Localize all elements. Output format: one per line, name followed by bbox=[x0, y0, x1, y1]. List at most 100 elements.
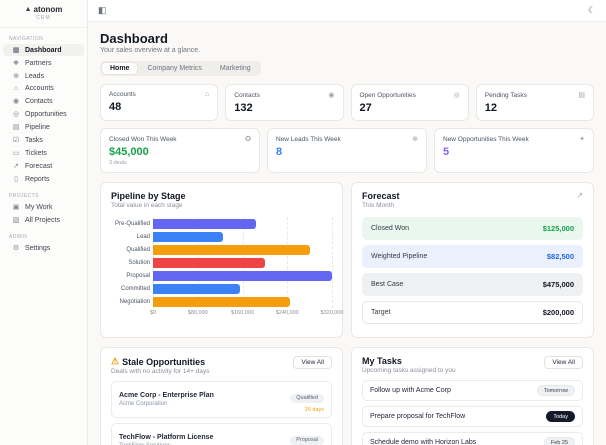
stat-card-accounts: Accounts ⌂ 48 bbox=[100, 84, 219, 121]
topbar: ◧ ☾ bbox=[88, 0, 606, 22]
stale-panel-subtitle: Deals with no activity for 14+ days bbox=[111, 368, 210, 375]
chart-category-label: Committed bbox=[120, 285, 150, 292]
forecast-row-value: $475,000 bbox=[542, 280, 574, 289]
tab-home[interactable]: Home bbox=[102, 63, 138, 74]
my-work-icon: ▣ bbox=[12, 204, 20, 211]
highlight-card-label: New Opportunities This Week bbox=[443, 135, 529, 143]
stale-panel-title: Stale Opportunities bbox=[122, 356, 206, 367]
stale-opportunity-row[interactable]: TechFlow - Platform LicenseTechFlow Solu… bbox=[111, 423, 332, 445]
chart-bar-row: Committed bbox=[121, 282, 332, 295]
forecast-panel-subtitle: This Month bbox=[362, 202, 395, 209]
chart-bar-row: Negotiation bbox=[120, 295, 332, 308]
reports-icon: ▯ bbox=[14, 176, 18, 183]
accounts-icon: ⌂ bbox=[13, 85, 19, 92]
sidebar-item-label: Dashboard bbox=[25, 46, 62, 54]
chart-category-label: Pre-Qualified bbox=[114, 220, 150, 227]
highlight-card-value: 5 bbox=[443, 146, 450, 158]
chart-x-tick: $320,000 bbox=[320, 310, 344, 316]
forecast-panel: Forecast This Month ↗ Closed Won $125,000… bbox=[351, 182, 594, 338]
opportunity-name: TechFlow - Platform License bbox=[119, 434, 214, 441]
stale-opportunities-panel: ⚠ Stale Opportunities Deals with no acti… bbox=[100, 347, 343, 445]
opportunity-company: Acme Corporation bbox=[119, 401, 168, 407]
pipeline-panel-title: Pipeline by Stage bbox=[111, 191, 186, 201]
pipeline-panel-subtitle: Total value in each stage bbox=[111, 202, 183, 209]
sidebar-item-contacts[interactable]: ◉ Contacts bbox=[3, 95, 84, 107]
stale-opportunity-row[interactable]: Acme Corp - Enterprise Plan Acme Corporat… bbox=[111, 381, 332, 418]
sidebar-toggle-icon[interactable]: ◧ bbox=[98, 5, 107, 16]
pipeline-icon: ▤ bbox=[12, 124, 20, 131]
sidebar-item-label: All Projects bbox=[25, 216, 61, 224]
warning-icon: ⚠ bbox=[111, 356, 120, 366]
stale-opportunities-list: Acme Corp - Enterprise Plan Acme Corporat… bbox=[111, 381, 332, 445]
chart-plot: Pre-Qualified Lead Qualified Solution Propos… bbox=[115, 217, 333, 308]
highlight-card-new-opportunities-this-week: New Opportunities This Week ✦ 5 bbox=[434, 128, 594, 173]
tab-company-metrics[interactable]: Company Metrics bbox=[139, 63, 209, 74]
stale-view-all-button[interactable]: View All bbox=[293, 356, 332, 369]
stat-card-label: Open Opportunities bbox=[359, 91, 416, 99]
tasks-view-all-button[interactable]: View All bbox=[544, 356, 583, 369]
stat-card-label: Accounts bbox=[109, 91, 136, 98]
task-name: Prepare proposal for TechFlow bbox=[370, 413, 466, 420]
forecast-row-label: Best Case bbox=[371, 281, 404, 288]
dashboard-tabs: Home Company Metrics Marketing bbox=[100, 61, 261, 76]
forecast-rows: Closed Won $125,000 Weighted Pipeline $82,5… bbox=[362, 217, 583, 324]
highlight-card-value: 8 bbox=[276, 146, 283, 158]
sidebar-item-label: Tickets bbox=[25, 149, 47, 157]
partners-icon: ❖ bbox=[12, 60, 20, 67]
forecast-row-value: $125,000 bbox=[542, 224, 574, 233]
chart-category-label: Solution bbox=[128, 259, 150, 266]
chart-bar-proposal bbox=[153, 270, 332, 281]
sidebar-item-opportunities[interactable]: ◎ Opportunities bbox=[3, 108, 84, 120]
target-icon: ◎ bbox=[453, 92, 460, 99]
chart-x-tick: $160,000 bbox=[231, 310, 254, 316]
chart-bar-committed bbox=[153, 283, 240, 294]
chart-x-tick: $0 bbox=[149, 310, 157, 316]
tasks-panel-title: My Tasks bbox=[362, 356, 402, 366]
theme-toggle-icon[interactable]: ☾ bbox=[588, 5, 596, 16]
sidebar-item-pipeline[interactable]: ▤ Pipeline bbox=[3, 121, 84, 133]
highlight-card-sub: 3 deals bbox=[109, 160, 127, 166]
tasks-icon: ☑ bbox=[12, 137, 20, 144]
sidebar-item-all-projects[interactable]: ▧ All Projects bbox=[3, 214, 84, 226]
sidebar-item-dashboard[interactable]: ▦ Dashboard bbox=[3, 44, 84, 56]
sidebar-item-label: Pipeline bbox=[25, 123, 50, 131]
chart-category-label: Proposal bbox=[126, 272, 150, 279]
tab-marketing[interactable]: Marketing bbox=[212, 63, 259, 74]
sidebar-item-forecast[interactable]: ↗ Forecast bbox=[3, 160, 84, 172]
sidebar-item-reports[interactable]: ▯ Reports bbox=[3, 173, 84, 185]
task-name: Follow up with Acme Corp bbox=[370, 387, 451, 394]
forecast-row-value: $200,000 bbox=[542, 308, 574, 317]
pipeline-panel: Pipeline by Stage Total value in each st… bbox=[100, 182, 343, 338]
task-row[interactable]: Schedule demo with Horizon Labs Feb 25 bbox=[362, 432, 583, 445]
task-row[interactable]: Follow up with Acme Corp Tomorrow bbox=[362, 380, 583, 401]
sidebar-item-label: My Work bbox=[25, 203, 53, 211]
stat-card-pending-tasks: Pending Tasks ▤ 12 bbox=[475, 84, 594, 121]
building-icon: ⌂ bbox=[205, 91, 210, 98]
task-row[interactable]: Prepare proposal for TechFlow Today bbox=[362, 406, 583, 427]
chart-x-tick: $240,000 bbox=[275, 310, 299, 316]
forecast-row-best-case: Best Case $475,000 bbox=[362, 273, 583, 296]
stat-card-label: Pending Tasks bbox=[484, 91, 527, 99]
app-name: atonom bbox=[33, 5, 63, 14]
chart-x-tick: $80,000 bbox=[187, 310, 208, 316]
sidebar-item-label: Opportunities bbox=[25, 110, 67, 118]
sidebar-item-tasks[interactable]: ☑ Tasks bbox=[3, 134, 84, 146]
sidebar-item-my-work[interactable]: ▣ My Work bbox=[3, 201, 84, 213]
sidebar-item-leads[interactable]: ⊕ Leads bbox=[3, 70, 84, 82]
app-logo: ▲ atonom CRM bbox=[0, 5, 87, 28]
due-badge: Tomorrow bbox=[536, 385, 575, 396]
chart-bar-qualified bbox=[153, 244, 310, 255]
sidebar-item-partners[interactable]: ❖ Partners bbox=[3, 57, 84, 69]
stage-badge: Proposal bbox=[290, 435, 324, 445]
chart-x-axis: $0 $80,000 $160,000 $240,000 $320,000 bbox=[149, 310, 344, 319]
sidebar-item-label: Leads bbox=[25, 72, 45, 80]
pipeline-bar-chart: Pre-Qualified Lead Qualified Solution Propos… bbox=[111, 217, 344, 319]
chart-bar-row: Proposal bbox=[126, 269, 332, 282]
sidebar-item-tickets[interactable]: ▭ Tickets bbox=[3, 147, 84, 159]
sidebar-item-accounts[interactable]: ⌂ Accounts bbox=[3, 83, 84, 94]
sidebar-item-label: Settings bbox=[25, 244, 51, 252]
forecast-row-label: Weighted Pipeline bbox=[371, 253, 428, 260]
highlight-card-new-leads-this-week: New Leads This Week ⊕ 8 bbox=[267, 128, 427, 173]
forecast-row-weighted-pipeline: Weighted Pipeline $82,500 bbox=[362, 245, 583, 268]
sidebar-item-settings[interactable]: ⚙ Settings bbox=[3, 242, 84, 254]
